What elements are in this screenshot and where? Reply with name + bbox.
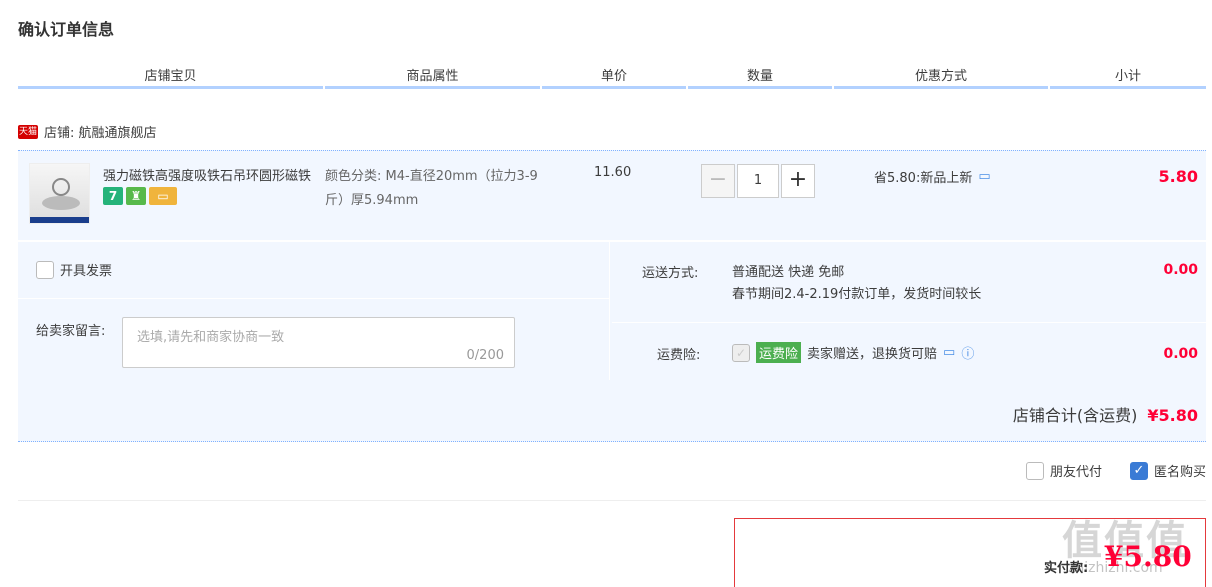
quantity-input[interactable]: 1 xyxy=(737,164,779,198)
final-payment-label: 实付款: xyxy=(1044,561,1089,576)
tmall-icon: 天猫 xyxy=(18,124,38,139)
item-subtotal: 5.80 xyxy=(1158,167,1198,186)
column-header-quantity: 数量 xyxy=(688,62,832,89)
comment-icon[interactable]: ▭ xyxy=(978,169,990,184)
column-header-price: 单价 xyxy=(542,62,686,89)
promotion: 省5.80:新品上新 ▭ xyxy=(874,167,991,186)
message-placeholder: 选填,请先和商家协商一致 xyxy=(137,330,285,345)
anonymous-option[interactable]: ✓ 匿名购买 xyxy=(1129,461,1206,480)
delivery-options: 运送方式: 普通配送 快递 免邮 春节期间2.4-2.19付款订单，发货时间较长… xyxy=(612,242,1206,380)
insurance-checkbox: ✓ xyxy=(732,343,750,362)
page-title: 确认订单信息 xyxy=(18,20,115,39)
buyer-options: 开具发票 给卖家留言: 选填,请先和商家协商一致 0/200 xyxy=(18,242,610,380)
friend-pay-option[interactable]: 朋友代付 xyxy=(1025,461,1102,480)
invoice-checkbox[interactable] xyxy=(36,260,54,279)
shop-total-label: 店铺合计(含运费) xyxy=(1012,406,1138,425)
shop-header: 天猫 店铺: 航融通旗舰店 xyxy=(18,122,157,141)
promotion-text: 省5.80:新品上新 xyxy=(874,171,973,186)
product-attributes: 颜色分类: M4-直径20mm（拉力3-9斤）厚5.94mm xyxy=(325,169,538,208)
order-options: 开具发票 给卖家留言: 选填,请先和商家协商一致 0/200 运送方式: 普通配… xyxy=(18,242,1206,442)
insurance-option: ✓ 运费险 卖家赠送，退换货可赔 ▭ ⓘ xyxy=(732,342,974,363)
column-header-promo: 优惠方式 xyxy=(834,62,1048,89)
seller-message-input[interactable]: 选填,请先和商家协商一致 0/200 xyxy=(122,317,515,368)
product-title-link[interactable]: 强力磁铁高强度吸铁石吊环圆形磁铁 xyxy=(103,165,323,184)
increase-quantity-button[interactable]: + xyxy=(781,164,815,198)
comment-icon[interactable]: ▭ xyxy=(943,345,955,360)
shipping-method: 普通配送 快递 免邮 春节期间2.4-2.19付款订单，发货时间较长 xyxy=(732,262,981,306)
unit-price: 11.60 xyxy=(594,165,632,180)
shop-name[interactable]: 店铺: 航融通旗舰店 xyxy=(44,122,157,141)
insurance-label: 运费险: xyxy=(657,348,701,363)
anonymous-checkbox[interactable]: ✓ xyxy=(1129,461,1148,480)
message-label: 给卖家留言: xyxy=(36,324,106,339)
payment-options: 朋友代付 ✓ 匿名购买 xyxy=(1025,461,1206,480)
friend-pay-checkbox[interactable] xyxy=(1025,461,1044,480)
card-icon[interactable]: ▭ xyxy=(149,187,177,205)
insurance-badge: 运费险 xyxy=(756,342,802,363)
order-item-row: 强力磁铁高强度吸铁石吊环圆形磁铁 7 ♜ ▭ 颜色分类: M4-直径20mm（拉… xyxy=(18,150,1206,240)
friend-pay-label: 朋友代付 xyxy=(1049,465,1102,480)
product-thumbnail[interactable] xyxy=(29,163,90,224)
insurance-fee: 0.00 xyxy=(1163,346,1198,362)
table-header: 店铺宝贝 商品属性 单价 数量 优惠方式 小计 xyxy=(18,62,1206,89)
shipping-fee: 0.00 xyxy=(1163,262,1198,278)
invoice-label: 开具发票 xyxy=(60,264,113,279)
column-header-subtotal: 小计 xyxy=(1050,62,1206,89)
shipping-notice: 春节期间2.4-2.19付款订单，发货时间较长 xyxy=(732,287,982,302)
anonymous-label: 匿名购买 xyxy=(1153,465,1206,480)
column-header-props: 商品属性 xyxy=(325,62,540,89)
column-header-item: 店铺宝贝 xyxy=(18,62,323,89)
invoice-option[interactable]: 开具发票 xyxy=(36,260,112,279)
service-icons: 7 ♜ ▭ xyxy=(103,187,177,205)
help-icon[interactable]: ⓘ xyxy=(961,343,974,362)
shop-total-amount: ¥5.80 xyxy=(1147,406,1198,425)
shipping-label: 运送方式: xyxy=(642,266,699,281)
shipping-method-text: 普通配送 快递 免邮 xyxy=(732,265,845,280)
shop-total: 店铺合计(含运费) ¥5.80 xyxy=(1013,402,1198,426)
seven-day-return-icon[interactable]: 7 xyxy=(103,187,123,205)
final-payment-amount: ¥5.80 xyxy=(1104,540,1192,573)
shopping-bag-icon[interactable]: ♜ xyxy=(126,187,146,205)
message-counter: 0/200 xyxy=(466,348,504,363)
quantity-stepper: − 1 + xyxy=(701,164,815,198)
insurance-text: 卖家赠送，退换货可赔 xyxy=(807,347,938,362)
decrease-quantity-button[interactable]: − xyxy=(701,164,735,198)
divider xyxy=(18,500,1206,501)
